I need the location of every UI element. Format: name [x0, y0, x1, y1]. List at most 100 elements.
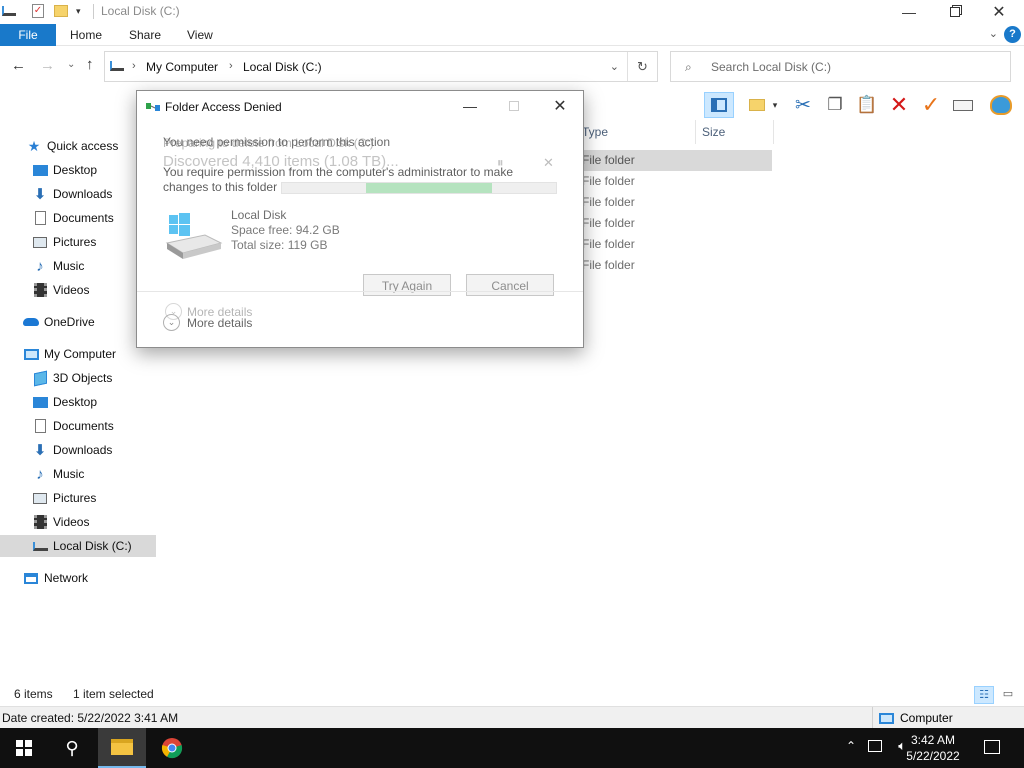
search-button[interactable]: ⚲	[48, 728, 96, 768]
minimize-button[interactable]: —	[886, 0, 932, 24]
sidebar-item-3d-objects[interactable]: 3D Objects	[0, 367, 156, 389]
folder-transfer-icon	[146, 101, 160, 113]
properties-icon[interactable]: ✓	[32, 4, 44, 18]
dialog-minimize-button[interactable]: —	[447, 91, 493, 121]
search-box[interactable]: ⌕ Search Local Disk (C:)	[670, 51, 1011, 82]
folder-options-dropdown-icon[interactable]: ▾	[762, 92, 788, 118]
cancel-button[interactable]: Cancel	[466, 274, 554, 296]
address-bar[interactable]: › My Computer › Local Disk (C:) ⌄ ↻	[104, 51, 658, 82]
sidebar-item-desktop-2[interactable]: Desktop	[0, 391, 156, 413]
sidebar-item-videos-2[interactable]: Videos	[0, 511, 156, 533]
sidebar-item-pictures-2[interactable]: Pictures	[0, 487, 156, 509]
tab-home[interactable]: Home	[70, 24, 102, 46]
selection-count: 1 item selected	[73, 687, 154, 701]
sidebar-item-documents[interactable]: Documents	[0, 207, 156, 229]
documents-icon	[32, 210, 48, 226]
column-header-size[interactable]: Size	[696, 120, 774, 144]
column-header-type[interactable]: Type	[576, 120, 696, 144]
navigation-pane: ★ Quick access Desktop ⬇ Downloads Docum…	[0, 130, 156, 675]
cut-icon[interactable]: ✂	[790, 92, 816, 118]
search-input[interactable]: Search Local Disk (C:)	[711, 60, 831, 74]
sidebar-item-my-computer[interactable]: My Computer	[0, 343, 156, 365]
sidebar-item-music-2[interactable]: ♪ Music	[0, 463, 156, 485]
sidebar-item-pictures[interactable]: Pictures	[0, 231, 156, 253]
checkmark-icon[interactable]: ✓	[918, 92, 944, 118]
sidebar-item-downloads[interactable]: ⬇ Downloads	[0, 183, 156, 205]
title-bar: ✓ ▾ Local Disk (C:) — ✕	[0, 0, 1024, 24]
search-icon: ⌕	[685, 60, 692, 74]
table-row[interactable]: File folder	[576, 192, 772, 213]
notifications-icon[interactable]	[984, 740, 1000, 754]
breadcrumb-separator-icon: ›	[132, 60, 136, 72]
table-row[interactable]: File folder	[576, 213, 772, 234]
sidebar-item-desktop[interactable]: Desktop	[0, 159, 156, 181]
tab-file[interactable]: File	[0, 24, 56, 46]
copy-icon[interactable]: ❐	[822, 92, 848, 118]
refresh-icon[interactable]: ↻	[627, 52, 657, 81]
minimize-icon: —	[463, 98, 477, 114]
table-row[interactable]: File folder	[576, 234, 772, 255]
breadcrumb-my-computer[interactable]: My Computer	[146, 60, 218, 74]
chrome-taskbar-button[interactable]	[148, 728, 196, 768]
chevron-down-icon[interactable]: ⌄	[163, 314, 180, 331]
close-icon: ✕	[992, 4, 1006, 21]
file-explorer-taskbar-button[interactable]	[98, 728, 146, 768]
permission-message-line1: You require permission from the computer…	[163, 165, 513, 179]
expand-ribbon-icon[interactable]: ⌄	[989, 27, 998, 40]
permission-message-line2: changes to this folder	[163, 180, 278, 194]
rename-icon[interactable]	[950, 92, 976, 118]
sidebar-item-downloads-2[interactable]: ⬇ Downloads	[0, 439, 156, 461]
show-hidden-icons-icon[interactable]: ⌃	[846, 739, 856, 753]
details-bar: Date created: 5/22/2022 3:41 AM Computer	[0, 706, 1024, 729]
sidebar-item-music[interactable]: ♪ Music	[0, 255, 156, 277]
permission-heading: You need permission to perform this acti…	[163, 135, 391, 149]
pictures-icon	[32, 234, 48, 250]
sidebar-item-onedrive[interactable]: OneDrive	[0, 311, 156, 333]
start-button[interactable]	[0, 728, 48, 768]
dialog-close-button[interactable]: ✕	[537, 91, 583, 121]
maximize-button[interactable]	[932, 0, 978, 24]
network-icon[interactable]	[868, 740, 882, 752]
help-icon[interactable]: ?	[1004, 26, 1021, 43]
computer-icon	[110, 61, 124, 71]
sidebar-item-documents-2[interactable]: Documents	[0, 415, 156, 437]
table-row[interactable]: File folder	[576, 150, 772, 171]
sidebar-item-local-disk[interactable]: Local Disk (C:)	[0, 535, 156, 557]
large-icons-view-icon[interactable]: ▭	[998, 686, 1018, 704]
network-icon	[23, 570, 39, 586]
search-icon: ⚲	[65, 737, 79, 758]
recent-locations-icon[interactable]: ⌄	[67, 59, 75, 70]
back-arrow-icon[interactable]: ←	[11, 57, 26, 74]
close-button[interactable]: ✕	[976, 0, 1022, 24]
details-view-icon[interactable]: ☷	[974, 686, 994, 704]
drive-icon	[165, 213, 223, 259]
sidebar-item-quick-access[interactable]: ★ Quick access	[0, 135, 156, 157]
pictures-icon	[32, 490, 48, 506]
breadcrumb-local-disk[interactable]: Local Disk (C:)	[243, 60, 322, 74]
paste-icon[interactable]: 📋	[854, 92, 880, 118]
download-icon: ⬇	[33, 442, 47, 459]
address-dropdown-icon[interactable]: ⌄	[610, 60, 619, 73]
delete-icon[interactable]: ✕	[886, 92, 912, 118]
shell-icon[interactable]	[988, 92, 1014, 118]
clock[interactable]: 3:42 AM 5/22/2022	[900, 732, 966, 764]
folder-icon	[111, 739, 133, 755]
cube-icon	[32, 370, 48, 386]
forward-arrow-icon[interactable]: →	[40, 57, 55, 74]
date-created: Date created: 5/22/2022 3:41 AM	[2, 711, 179, 725]
dialog-maximize-button[interactable]	[491, 91, 537, 121]
try-again-button[interactable]: Try Again	[363, 274, 451, 296]
table-row[interactable]: File folder	[576, 171, 772, 192]
sidebar-item-videos[interactable]: Videos	[0, 279, 156, 301]
new-folder-icon[interactable]	[54, 5, 68, 17]
tab-share[interactable]: Share	[129, 24, 161, 46]
more-details-link[interactable]: More details	[187, 316, 252, 330]
table-row[interactable]: File folder	[576, 255, 772, 276]
progress-fill	[366, 183, 493, 193]
preview-pane-icon[interactable]	[704, 92, 734, 118]
tab-view[interactable]: View	[187, 24, 213, 46]
sidebar-item-network[interactable]: Network	[0, 567, 156, 589]
up-arrow-icon[interactable]: ↑	[86, 56, 94, 73]
customize-quick-access-icon[interactable]: ▾	[76, 6, 81, 17]
drive-icon	[2, 6, 16, 16]
